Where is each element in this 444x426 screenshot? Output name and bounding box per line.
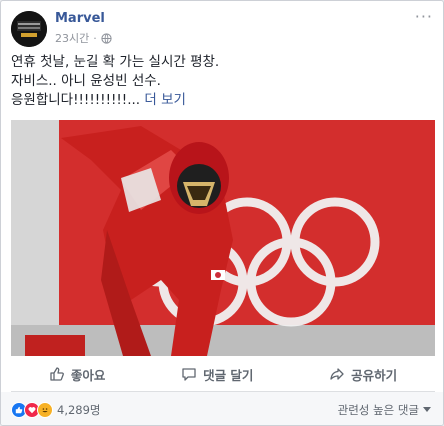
chevron-down-icon	[423, 407, 431, 412]
see-more-link[interactable]: 더 보기	[144, 92, 186, 108]
reaction-icons[interactable]	[11, 402, 53, 418]
comment-icon	[182, 368, 196, 381]
post-card: Marvel 23시간 · ··· 연휴 첫날, 눈길 확 가는 실시간 평창.…	[0, 0, 444, 426]
dot-separator: ·	[93, 31, 97, 45]
timestamp[interactable]: 23시간	[55, 30, 89, 46]
post-meta: 23시간 ·	[55, 30, 112, 46]
comment-sort-dropdown[interactable]: 관련성 높은 댓글	[338, 402, 431, 418]
post-photo[interactable]	[11, 120, 435, 356]
comment-sort-label: 관련성 높은 댓글	[337, 403, 419, 417]
post-text: 연휴 첫날, 눈길 확 가는 실시간 평창. 자비스.. 아니 윤성빈 선수. …	[11, 53, 431, 110]
post-text-line-3: 응원합니다!!!!!!!!!!... 더 보기	[11, 91, 431, 110]
like-button[interactable]: 좋아요	[49, 365, 106, 384]
post-footer: 4,289명 관련성 높은 댓글	[1, 392, 443, 425]
haha-reaction-icon	[37, 402, 53, 418]
marvel-logo-icon	[11, 11, 47, 47]
share-label: 공유하기	[351, 367, 398, 383]
more-options-icon[interactable]: ···	[415, 7, 433, 26]
post-text-line-3-text: 응원합니다!!!!!!!!!!...	[11, 92, 141, 108]
like-label: 좋아요	[70, 367, 106, 383]
post-actions: 좋아요 댓글 달기 공유하기	[11, 357, 435, 392]
thumbs-up-icon	[50, 367, 64, 381]
share-icon	[330, 368, 344, 380]
skeleton-athlete-image	[11, 120, 435, 356]
post-text-line-2: 자비스.. 아니 윤성빈 선수.	[11, 73, 161, 89]
reaction-count[interactable]: 4,289명	[57, 402, 101, 418]
globe-icon	[101, 32, 112, 44]
marvel-avatar[interactable]	[11, 11, 47, 47]
comment-button[interactable]: 댓글 달기	[181, 365, 253, 384]
post-text-line-1: 연휴 첫날, 눈길 확 가는 실시간 평창.	[11, 54, 220, 70]
comment-label: 댓글 달기	[203, 367, 254, 383]
page-name[interactable]: Marvel	[55, 11, 105, 26]
share-button[interactable]: 공유하기	[329, 365, 397, 384]
